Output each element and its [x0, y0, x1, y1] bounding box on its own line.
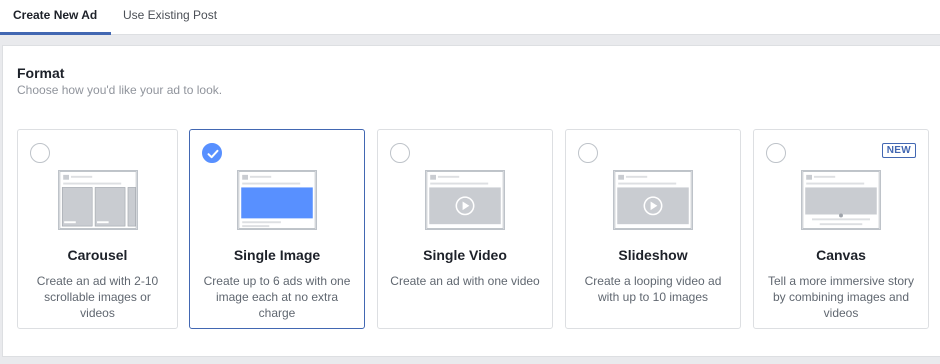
- slideshow-preview-icon: [613, 170, 693, 230]
- format-card-carousel[interactable]: Carousel Create an ad with 2-10 scrollab…: [17, 129, 178, 329]
- format-card-canvas[interactable]: NEW Canvas Tell a more immersive story b…: [753, 129, 929, 329]
- single-image-description: Create up to 6 ads with one image each a…: [203, 274, 351, 320]
- single-image-radio[interactable]: [202, 143, 222, 163]
- single-image-preview-icon: [237, 170, 317, 230]
- carousel-radio[interactable]: [30, 143, 50, 163]
- slideshow-radio[interactable]: [578, 143, 598, 163]
- carousel-title: Carousel: [67, 247, 128, 263]
- canvas-radio[interactable]: [766, 143, 786, 163]
- tab-create-new-ad[interactable]: Create New Ad: [0, 0, 111, 35]
- new-badge: NEW: [881, 143, 916, 158]
- format-panel: Format Choose how you'd like your ad to …: [2, 45, 940, 357]
- format-card-single-video[interactable]: Single Video Create an ad with one video: [377, 129, 553, 329]
- ad-type-tabs: Create New Ad Use Existing Post: [0, 0, 940, 35]
- carousel-preview-icon: [58, 170, 138, 230]
- format-card-slideshow[interactable]: Slideshow Create a looping video ad with…: [565, 129, 741, 329]
- check-icon: [207, 149, 219, 159]
- single-image-title: Single Image: [233, 247, 321, 263]
- format-card-single-image[interactable]: Single Image Create up to 6 ads with one…: [189, 129, 365, 329]
- canvas-preview-icon: [801, 170, 881, 230]
- format-title: Format: [17, 65, 65, 81]
- tab-use-existing-post[interactable]: Use Existing Post: [111, 0, 230, 35]
- slideshow-description: Create a looping video ad with up to 10 …: [584, 274, 722, 304]
- canvas-title: Canvas: [816, 247, 866, 263]
- single-video-preview-icon: [425, 170, 505, 230]
- single-video-radio[interactable]: [390, 143, 410, 163]
- carousel-description: Create an ad with 2-10 scrollable images…: [36, 274, 159, 320]
- format-subtitle: Choose how you'd like your ad to look.: [17, 83, 223, 97]
- canvas-description: Tell a more immersive story by combining…: [767, 274, 915, 320]
- slideshow-title: Slideshow: [618, 247, 688, 263]
- single-video-title: Single Video: [423, 247, 507, 263]
- single-video-description: Create an ad with one video: [390, 274, 540, 288]
